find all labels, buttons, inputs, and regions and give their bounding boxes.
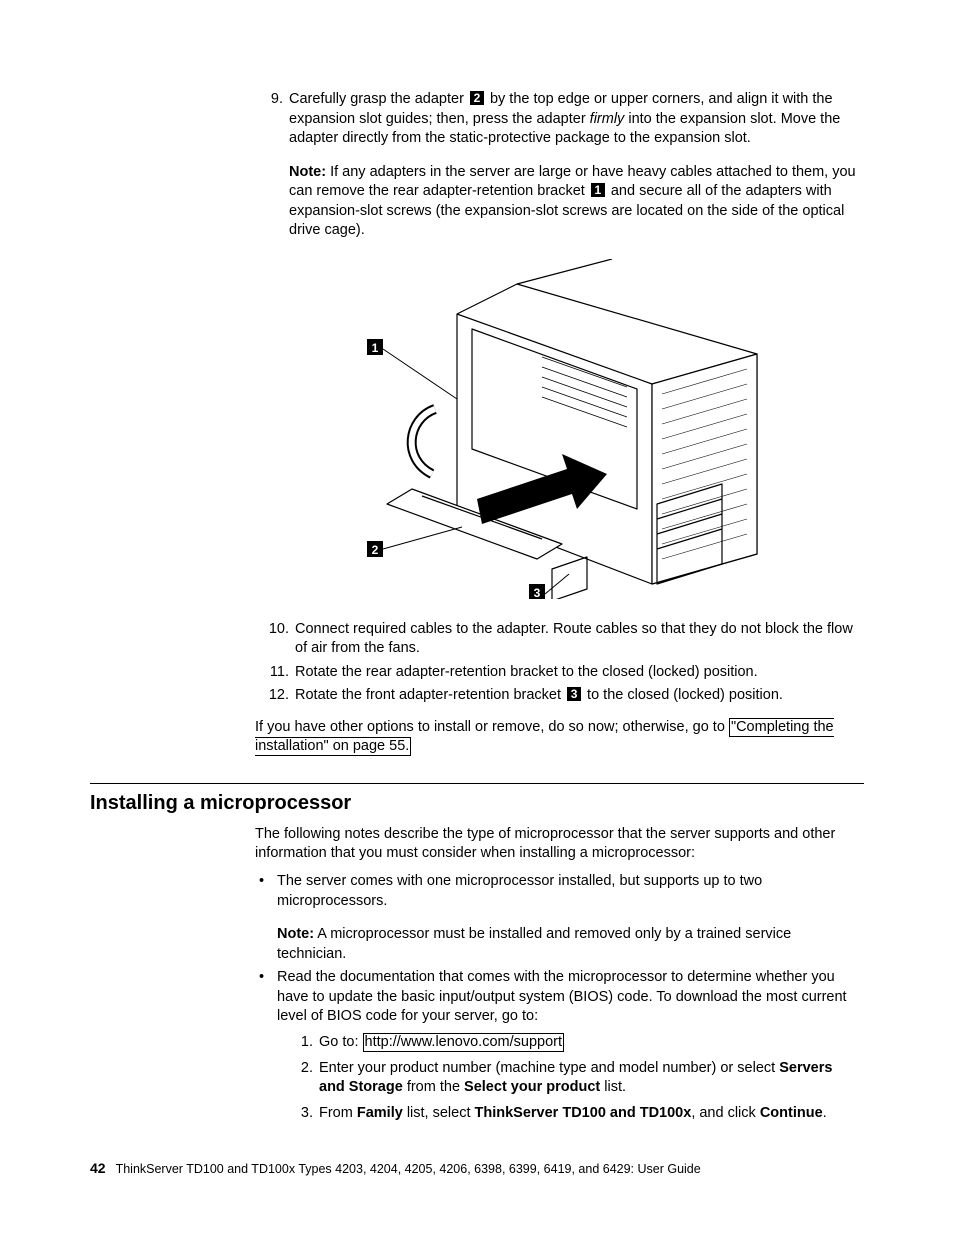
step-12: 12. Rotate the front adapter-retention b…	[255, 686, 859, 706]
page-number: 42	[90, 1160, 106, 1176]
step-number: 12.	[255, 686, 295, 706]
callout-2-icon: 2	[470, 91, 484, 105]
section-divider	[90, 783, 864, 784]
step-list-lower: 10. Connect required cables to the adapt…	[255, 620, 859, 706]
bullet-list: • The server comes with one microprocess…	[255, 872, 859, 1129]
lenovo-support-link[interactable]: http://www.lenovo.com/support	[363, 1033, 564, 1052]
emphasis-firmly: firmly	[590, 111, 625, 127]
adapter-install-figure: 1 2 3	[255, 259, 859, 606]
sub-step-1: 1. Go to: http://www.lenovo.com/support	[291, 1033, 859, 1053]
section-heading: Installing a microprocessor	[90, 790, 864, 817]
svg-text:3: 3	[534, 586, 541, 599]
step-text: Connect required cables to the adapter. …	[295, 620, 859, 659]
bullet-icon: •	[255, 872, 277, 964]
sub-step-list: 1. Go to: http://www.lenovo.com/support …	[291, 1033, 859, 1123]
bullet-icon: •	[255, 968, 277, 1129]
footer-text: ThinkServer TD100 and TD100x Types 4203,…	[116, 1162, 701, 1176]
step-text: Rotate the rear adapter-retention bracke…	[295, 663, 859, 683]
step-number: 10.	[255, 620, 295, 659]
callout-1-icon: 1	[591, 183, 605, 197]
step-list-upper: 9. Carefully grasp the adapter 2 by the …	[255, 90, 859, 757]
sub-step-number: 1.	[291, 1033, 319, 1053]
step-11: 11. Rotate the rear adapter-retention br…	[255, 663, 859, 683]
sub-step-number: 2.	[291, 1059, 319, 1098]
callout-3-icon: 3	[567, 687, 581, 701]
step-text: Rotate the front adapter-retention brack…	[295, 686, 859, 706]
section-body: The following notes describe the type of…	[255, 825, 859, 1129]
svg-text:2: 2	[372, 543, 379, 557]
note-label: Note:	[289, 164, 326, 180]
section-intro: The following notes describe the type of…	[255, 825, 859, 864]
post-steps-paragraph: If you have other options to install or …	[255, 718, 859, 757]
bullet-1: • The server comes with one microprocess…	[255, 872, 859, 964]
step-number: 9.	[255, 90, 289, 241]
svg-text:1: 1	[372, 341, 379, 355]
step-number: 11.	[255, 663, 295, 683]
page-footer: 42 ThinkServer TD100 and TD100x Types 420…	[90, 1159, 864, 1178]
sub-step-number: 3.	[291, 1104, 319, 1124]
step-10: 10. Connect required cables to the adapt…	[255, 620, 859, 659]
bullet-text: Read the documentation that comes with t…	[277, 969, 847, 1024]
step-9-note: Note: If any adapters in the server are …	[289, 163, 859, 241]
bullet-1-note: Note: A microprocessor must be installed…	[277, 925, 859, 964]
sub-step-2: 2. Enter your product number (machine ty…	[291, 1059, 859, 1098]
step-9: 9. Carefully grasp the adapter 2 by the …	[255, 90, 859, 241]
sub-step-3: 3. From Family list, select ThinkServer …	[291, 1104, 859, 1124]
bullet-2: • Read the documentation that comes with…	[255, 968, 859, 1129]
note-label: Note:	[277, 926, 314, 942]
step-text: Carefully grasp the adapter 2 by the top…	[289, 90, 859, 241]
bullet-text: The server comes with one microprocessor…	[277, 873, 762, 909]
